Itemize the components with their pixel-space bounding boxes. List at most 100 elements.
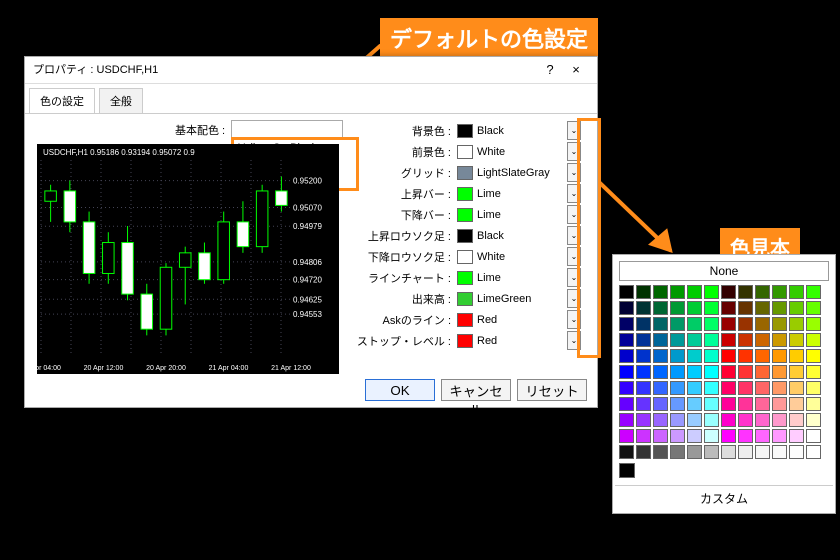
palette-cell[interactable]: [772, 445, 787, 459]
palette-cell[interactable]: [789, 349, 804, 363]
palette-cell[interactable]: [806, 349, 821, 363]
palette-cell[interactable]: [738, 429, 753, 443]
palette-cell[interactable]: [806, 301, 821, 315]
palette-cell[interactable]: [653, 333, 668, 347]
palette-cell[interactable]: [704, 349, 719, 363]
palette-cell[interactable]: [670, 349, 685, 363]
palette-cell[interactable]: [806, 445, 821, 459]
palette-cell[interactable]: [755, 381, 770, 395]
close-button[interactable]: ×: [563, 57, 589, 83]
palette-cell[interactable]: [721, 413, 736, 427]
palette-cell[interactable]: [806, 317, 821, 331]
palette-cell[interactable]: [789, 301, 804, 315]
palette-cell[interactable]: [636, 445, 651, 459]
palette-cell[interactable]: [738, 333, 753, 347]
palette-cell[interactable]: [653, 429, 668, 443]
palette-cell[interactable]: [755, 445, 770, 459]
palette-cell[interactable]: [619, 301, 634, 315]
palette-cell[interactable]: [653, 301, 668, 315]
palette-cell[interactable]: [619, 365, 634, 379]
palette-cell[interactable]: [806, 397, 821, 411]
palette-none[interactable]: None: [619, 261, 829, 281]
palette-cell[interactable]: [755, 365, 770, 379]
palette-cell[interactable]: [687, 301, 702, 315]
palette-cell[interactable]: [738, 397, 753, 411]
palette-cell[interactable]: [704, 317, 719, 331]
palette-cell[interactable]: [772, 317, 787, 331]
palette-cell[interactable]: [721, 349, 736, 363]
palette-cell[interactable]: [619, 349, 634, 363]
palette-cell[interactable]: [704, 429, 719, 443]
palette-cell[interactable]: [619, 413, 634, 427]
palette-cell[interactable]: [704, 301, 719, 315]
palette-cell[interactable]: [755, 317, 770, 331]
palette-cell[interactable]: [738, 285, 753, 299]
palette-cell[interactable]: [755, 397, 770, 411]
palette-cell[interactable]: [670, 301, 685, 315]
palette-cell[interactable]: [772, 301, 787, 315]
palette-cell[interactable]: [789, 365, 804, 379]
reset-button[interactable]: リセット: [517, 379, 587, 401]
palette-cell[interactable]: [687, 413, 702, 427]
help-button[interactable]: ?: [537, 57, 563, 83]
palette-cell[interactable]: [789, 397, 804, 411]
palette-cell[interactable]: [619, 381, 634, 395]
palette-cell[interactable]: [670, 397, 685, 411]
palette-cell[interactable]: [636, 333, 651, 347]
palette-cell[interactable]: [755, 285, 770, 299]
palette-cell[interactable]: [687, 333, 702, 347]
palette-cell[interactable]: [789, 445, 804, 459]
palette-cell[interactable]: [721, 429, 736, 443]
palette-cell[interactable]: [738, 381, 753, 395]
palette-cell[interactable]: [704, 445, 719, 459]
palette-cell[interactable]: [670, 333, 685, 347]
palette-cell[interactable]: [687, 285, 702, 299]
palette-cell[interactable]: [772, 381, 787, 395]
palette-cell[interactable]: [789, 413, 804, 427]
tab-general[interactable]: 全般: [99, 88, 143, 113]
palette-cell[interactable]: [704, 365, 719, 379]
palette-cell[interactable]: [687, 381, 702, 395]
palette-cell[interactable]: [636, 429, 651, 443]
palette-cell[interactable]: [789, 333, 804, 347]
cancel-button[interactable]: キャンセル: [441, 379, 511, 401]
palette-cell[interactable]: [755, 349, 770, 363]
palette-cell[interactable]: [789, 317, 804, 331]
palette-cell[interactable]: [772, 285, 787, 299]
palette-cell[interactable]: [636, 317, 651, 331]
palette-cell[interactable]: [653, 413, 668, 427]
palette-cell[interactable]: [687, 365, 702, 379]
palette-cell[interactable]: [738, 349, 753, 363]
palette-cell[interactable]: [704, 381, 719, 395]
palette-cell[interactable]: [721, 445, 736, 459]
palette-cell[interactable]: [687, 397, 702, 411]
palette-cell[interactable]: [789, 429, 804, 443]
palette-cell[interactable]: [721, 285, 736, 299]
palette-cell[interactable]: [653, 317, 668, 331]
palette-cell[interactable]: [704, 333, 719, 347]
palette-cell[interactable]: [619, 429, 634, 443]
palette-cell[interactable]: [806, 381, 821, 395]
palette-current[interactable]: [619, 463, 635, 478]
palette-cell[interactable]: [738, 413, 753, 427]
palette-cell[interactable]: [721, 317, 736, 331]
palette-cell[interactable]: [619, 285, 634, 299]
palette-cell[interactable]: [772, 429, 787, 443]
palette-cell[interactable]: [721, 301, 736, 315]
palette-cell[interactable]: [772, 349, 787, 363]
palette-cell[interactable]: [772, 413, 787, 427]
palette-cell[interactable]: [806, 365, 821, 379]
palette-cell[interactable]: [721, 397, 736, 411]
palette-cell[interactable]: [670, 365, 685, 379]
palette-cell[interactable]: [653, 285, 668, 299]
palette-cell[interactable]: [687, 429, 702, 443]
palette-cell[interactable]: [670, 381, 685, 395]
palette-cell[interactable]: [670, 285, 685, 299]
palette-cell[interactable]: [738, 445, 753, 459]
palette-cell[interactable]: [721, 365, 736, 379]
palette-cell[interactable]: [636, 301, 651, 315]
palette-cell[interactable]: [670, 317, 685, 331]
palette-cell[interactable]: [806, 429, 821, 443]
palette-cell[interactable]: [619, 445, 634, 459]
palette-cell[interactable]: [738, 365, 753, 379]
